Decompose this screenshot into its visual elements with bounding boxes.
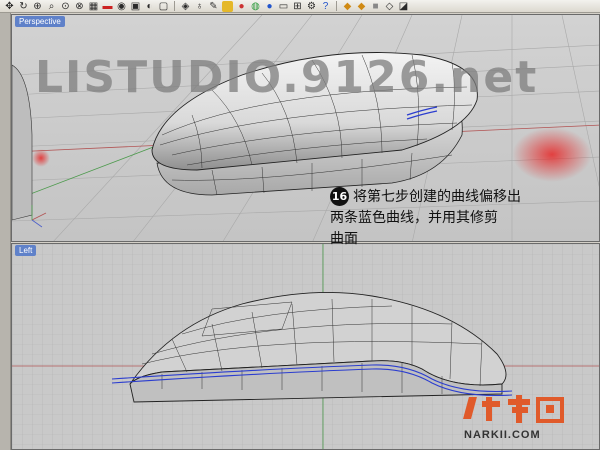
lock-icon[interactable]: ▭ xyxy=(278,1,289,12)
zoom-extents-icon[interactable]: ⊙ xyxy=(60,1,71,12)
toolbar-separator xyxy=(174,1,175,11)
rotate-icon[interactable]: ↻ xyxy=(18,1,29,12)
main-toolbar: ✥ ↻ ⊕ ⌕ ⊙ ⊗ ▦ ▬ ◉ ▣ ◐ ▢ ◈ ♁ ✎ ● ◍ ● ▭ ⊞ … xyxy=(0,0,600,13)
side-toolbar xyxy=(0,13,11,450)
pan-icon[interactable]: ✥ xyxy=(4,1,15,12)
color-wheel-icon[interactable]: ◍ xyxy=(250,1,261,12)
color-icon[interactable]: ● xyxy=(264,1,275,12)
highlight-icon[interactable] xyxy=(222,0,233,12)
tag-icon[interactable]: ◆ xyxy=(342,1,353,12)
box-icon[interactable]: ■ xyxy=(370,1,381,12)
caption-text-3: 曲面 xyxy=(330,231,358,247)
render-material-icon[interactable]: ◆ xyxy=(356,1,367,12)
step-caption: 16 将第七步创建的曲线偏移出 两条蓝色曲线，并用其修剪 曲面 xyxy=(330,187,592,250)
caption-text-1: 将第七步创建的曲线偏移出 xyxy=(353,189,521,205)
help-icon[interactable]: ? xyxy=(320,1,331,12)
shade-icon[interactable]: ◐ xyxy=(144,1,155,12)
brand-logo-text: NARKII.COM xyxy=(464,429,541,441)
toolbar-separator xyxy=(336,1,337,11)
render-icon[interactable]: ▢ xyxy=(158,1,169,12)
zoom-window-icon[interactable]: ⌕ xyxy=(46,1,57,12)
light-icon[interactable]: ♁ xyxy=(194,1,205,12)
axis-widget xyxy=(31,205,47,228)
viewport-label[interactable]: Perspective xyxy=(15,16,65,27)
step-number-badge: 16 xyxy=(330,187,349,206)
tools-icon[interactable]: ◪ xyxy=(398,1,409,12)
layer-icon[interactable]: ◈ xyxy=(180,1,191,12)
camera-icon[interactable]: ◉ xyxy=(116,1,127,12)
brand-logo: NARKII.COM xyxy=(463,395,564,441)
edit-icon[interactable]: ◇ xyxy=(384,1,395,12)
zoom-selected-icon[interactable]: ⊗ xyxy=(74,1,85,12)
red-highlight-marker xyxy=(512,127,592,182)
pen-icon[interactable]: ✎ xyxy=(208,1,219,12)
sphere-icon[interactable]: ● xyxy=(236,1,247,12)
car-icon[interactable]: ▬ xyxy=(102,1,113,12)
named-view-icon[interactable]: ▣ xyxy=(130,1,141,12)
caption-text-2: 两条蓝色曲线，并用其修剪 xyxy=(330,210,498,226)
caption-line-1: 16 将第七步创建的曲线偏移出 xyxy=(330,187,592,208)
properties-icon[interactable]: ⊞ xyxy=(292,1,303,12)
red-highlight-marker xyxy=(32,149,50,167)
gear-icon[interactable]: ⚙ xyxy=(306,1,317,12)
grid-icon[interactable]: ▦ xyxy=(88,1,99,12)
zoom-in-icon[interactable]: ⊕ xyxy=(32,1,43,12)
watermark: LISTUDIO.9126.net xyxy=(35,52,539,103)
viewport-label[interactable]: Left xyxy=(15,245,37,256)
